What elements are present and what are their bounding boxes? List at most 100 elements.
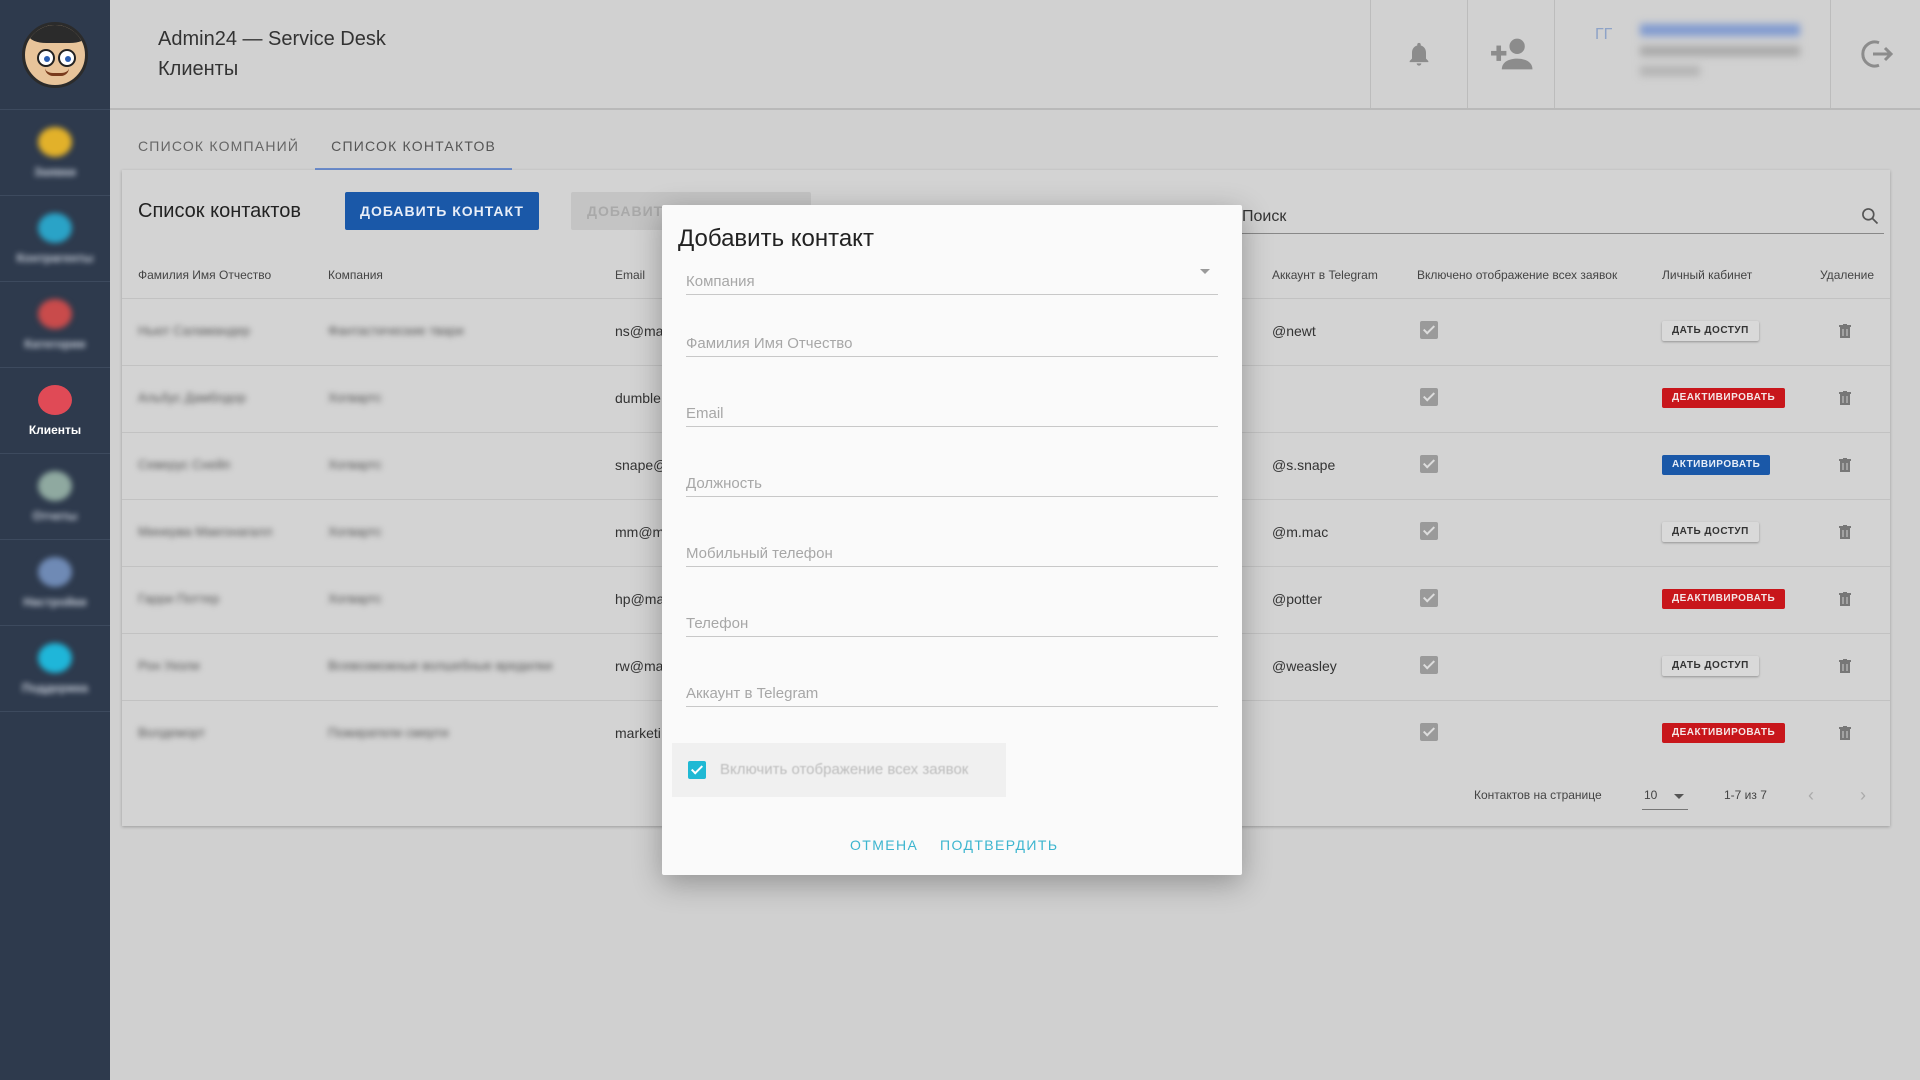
cell-email: marketi (615, 725, 661, 741)
cell-name: Рон Уизли (138, 658, 200, 673)
cabinet-action-button[interactable]: ДЕАКТИВИРОВАТЬ (1662, 388, 1786, 408)
col-delete[interactable]: Удаление (1820, 268, 1874, 282)
show-all-checkbox[interactable] (688, 761, 706, 779)
tab-contacts[interactable]: СПИСОК КОНТАКТОВ (315, 124, 513, 170)
trash-icon[interactable] (1839, 659, 1851, 676)
chevron-down-icon[interactable] (1200, 269, 1210, 274)
company-select[interactable] (686, 255, 1218, 295)
cell-company: Всевозможные волшебные вредилки (328, 658, 553, 673)
sidebar-item-label: Заявки (34, 164, 76, 179)
chevron-down-icon (1674, 794, 1684, 799)
cell-telegram: @potter (1272, 591, 1323, 607)
col-email[interactable]: Email (615, 268, 645, 282)
email-field[interactable] (686, 387, 1218, 427)
clients-icon (38, 384, 72, 415)
trash-icon[interactable] (1839, 525, 1851, 542)
cell-company: Хогвартс (328, 457, 382, 472)
sidebar-item-label: Категории (24, 336, 86, 351)
show-all-checkbox-disabled (1420, 656, 1438, 674)
sidebar-item-label: Настройки (23, 594, 87, 609)
sidebar-item-1[interactable]: Контрагенты (0, 196, 110, 282)
add-user-button[interactable] (1467, 0, 1554, 108)
tabs: СПИСОК КОМПАНИЙ СПИСОК КОНТАКТОВ (122, 124, 513, 170)
cell-name: Гарри Поттер (138, 591, 220, 606)
cell-email: snape@ (615, 457, 668, 473)
col-show-all[interactable]: Включено отображение всех заявок (1417, 268, 1617, 282)
cancel-button[interactable]: ОТМЕНА (850, 837, 918, 853)
trash-icon[interactable] (1839, 391, 1851, 408)
trash-icon[interactable] (1839, 458, 1851, 475)
col-name[interactable]: Фамилия Имя Отчество (138, 268, 271, 282)
sidebar-item-3[interactable]: Клиенты (0, 368, 110, 454)
sidebar-item-label: Отчеты (32, 508, 78, 523)
show-all-checkbox-label: Включить отображение всех заявок (720, 761, 969, 778)
cell-company: Пожиратели смерти (328, 725, 449, 740)
trash-icon[interactable] (1839, 324, 1851, 341)
support-icon (38, 642, 72, 673)
prev-page-icon[interactable]: ‹ (1808, 785, 1814, 806)
fullname-field[interactable] (686, 317, 1218, 357)
logo-avatar-icon (22, 21, 88, 88)
position-field-input[interactable] (686, 475, 1218, 492)
cabinet-action-button[interactable]: ДАТЬ ДОСТУП (1662, 656, 1759, 676)
add-contact-dialog: Добавить контакт Включить отображение вс… (662, 205, 1242, 875)
user-avatar: ГГ (1595, 26, 1613, 43)
cell-name: Волдеморт (138, 725, 206, 740)
trash-icon[interactable] (1839, 726, 1851, 743)
cell-email: ns@ma (615, 323, 664, 339)
cell-company: Хогвартс (328, 390, 382, 405)
user-profile[interactable]: ГГ (1554, 0, 1830, 108)
cabinet-action-button[interactable]: ДЕАКТИВИРОВАТЬ (1662, 723, 1786, 743)
position-field[interactable] (686, 457, 1218, 497)
search-icon[interactable] (1860, 206, 1880, 226)
sidebar-item-0[interactable]: Заявки (0, 110, 110, 196)
cabinet-action-button[interactable]: ДАТЬ ДОСТУП (1662, 522, 1759, 542)
next-page-icon[interactable]: › (1860, 785, 1866, 806)
sidebar-item-4[interactable]: Отчеты (0, 454, 110, 540)
tab-companies[interactable]: СПИСОК КОМПАНИЙ (122, 124, 315, 170)
email-field-input[interactable] (686, 405, 1218, 422)
mobile-phone-field[interactable] (686, 527, 1218, 567)
fullname-field-input[interactable] (686, 335, 1218, 352)
search-field[interactable]: Поиск (1242, 200, 1884, 234)
phone-field-input[interactable] (686, 615, 1218, 632)
show-all-checkbox-disabled (1420, 723, 1438, 741)
sidebar-item-label: Контрагенты (16, 250, 94, 265)
col-company[interactable]: Компания (328, 268, 383, 282)
cell-telegram: @m.mac (1272, 524, 1329, 540)
sidebar-item-6[interactable]: Поддержка (0, 626, 110, 712)
logout-button[interactable] (1830, 0, 1920, 108)
show-all-checkbox-disabled (1420, 522, 1438, 540)
per-page-value: 10 (1644, 788, 1658, 802)
telegram-field[interactable] (686, 667, 1218, 707)
cabinet-action-button[interactable]: ДАТЬ ДОСТУП (1662, 321, 1759, 341)
cell-telegram: @s.snape (1272, 457, 1336, 473)
company-select-input[interactable] (686, 273, 1218, 290)
dialog-title: Добавить контакт (678, 225, 874, 252)
categories-icon (38, 298, 72, 329)
user-info-blurred (1640, 24, 1800, 76)
show-all-checkbox-row[interactable]: Включить отображение всех заявок (672, 743, 1006, 797)
per-page-select[interactable]: 10 (1642, 784, 1688, 810)
confirm-button[interactable]: ПОДТВЕРДИТЬ (940, 837, 1058, 853)
contacts-title: Список контактов (138, 200, 301, 222)
add-contact-button[interactable]: ДОБАВИТЬ КОНТАКТ (345, 192, 539, 230)
col-telegram[interactable]: Аккаунт в Telegram (1272, 268, 1378, 282)
reports-icon (38, 470, 72, 501)
cabinet-action-button[interactable]: АКТИВИРОВАТЬ (1662, 455, 1771, 475)
sidebar-item-5[interactable]: Настройки (0, 540, 110, 626)
col-cabinet[interactable]: Личный кабинет (1662, 268, 1752, 282)
mobile-phone-field-input[interactable] (686, 545, 1218, 562)
add-user-icon (1491, 38, 1533, 70)
globe-icon (38, 212, 72, 243)
trash-icon[interactable] (1839, 592, 1851, 609)
notifications-button[interactable] (1370, 0, 1467, 108)
cabinet-action-button[interactable]: ДЕАКТИВИРОВАТЬ (1662, 589, 1786, 609)
telegram-field-input[interactable] (686, 685, 1218, 702)
sidebar-item-2[interactable]: Категории (0, 282, 110, 368)
phone-field[interactable] (686, 597, 1218, 637)
search-placeholder: Поиск (1242, 208, 1287, 225)
settings-icon (38, 556, 72, 587)
cell-company: Фантастические твари (328, 323, 464, 338)
logo[interactable] (0, 0, 110, 110)
